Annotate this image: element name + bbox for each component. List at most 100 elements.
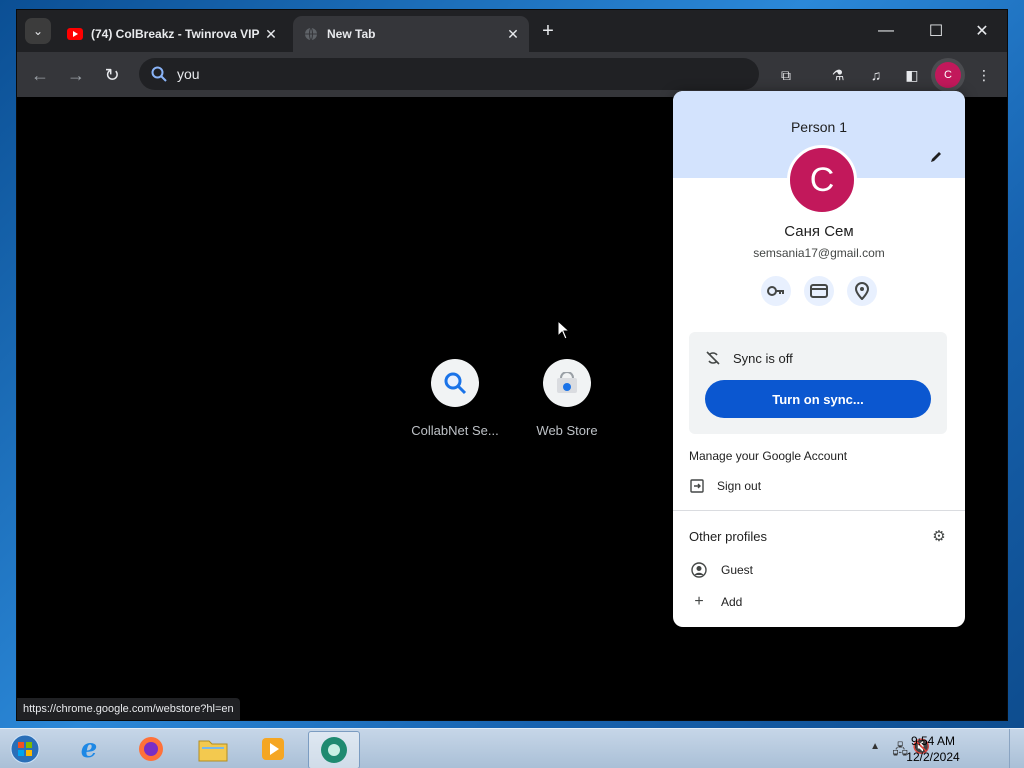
arrow-right-icon: → <box>67 64 85 85</box>
shortcut-collabnet[interactable]: CollabNet Se... <box>405 359 505 438</box>
shortcut-icon <box>431 359 479 407</box>
sign-out-button[interactable]: Sign out <box>689 478 761 494</box>
new-tab-button[interactable]: + <box>537 20 559 42</box>
taskbar-media-player[interactable] <box>248 731 298 767</box>
side-panel-button[interactable]: ◧ <box>899 62 925 88</box>
tab-new-tab[interactable]: New Tab ✕ <box>293 16 529 52</box>
passwords-button[interactable] <box>761 276 791 306</box>
close-window-button[interactable]: ✕ <box>969 18 995 44</box>
taskbar-file-explorer[interactable] <box>188 731 238 767</box>
profile-email: semsania17@gmail.com <box>753 246 885 260</box>
shortcut-label: CollabNet Se... <box>411 423 499 438</box>
shortcut-icon <box>543 359 591 407</box>
clock-time: 9:54 AM <box>910 734 956 748</box>
search-icon <box>444 372 467 395</box>
guest-profile-button[interactable]: Guest <box>691 562 753 578</box>
maximize-icon: ☐ <box>928 23 944 40</box>
key-icon <box>767 286 784 296</box>
chevron-down-icon: ⌄ <box>32 24 44 38</box>
close-icon[interactable]: ✕ <box>261 24 281 44</box>
show-desktop-button[interactable] <box>1009 729 1024 768</box>
youtube-icon <box>67 26 83 42</box>
puzzle-icon: ⧉ <box>781 66 791 83</box>
manage-google-account-link[interactable]: Manage your Google Account <box>689 449 847 463</box>
browser-icon <box>321 737 347 763</box>
profile-avatar: C <box>787 145 857 215</box>
show-hidden-icons-button[interactable]: ▲ <box>870 741 880 752</box>
turn-on-sync-button[interactable]: Turn on sync... <box>705 380 931 418</box>
music-queue-icon: ♫ <box>870 67 882 83</box>
address-bar-text: you <box>177 66 200 82</box>
shortcut-label: Web Store <box>536 423 598 438</box>
menu-button[interactable]: ⋮ <box>971 62 997 88</box>
close-icon[interactable]: ✕ <box>503 24 523 44</box>
manage-profiles-button[interactable]: ⚙ <box>931 528 947 545</box>
reload-button[interactable]: ↻ <box>99 62 125 88</box>
back-button[interactable]: ← <box>27 62 53 88</box>
sync-section: Sync is off Turn on sync... <box>689 332 947 434</box>
shortcut-web-store[interactable]: Web Store <box>517 359 617 438</box>
sign-out-icon <box>689 478 705 494</box>
close-icon: ✕ <box>975 23 989 40</box>
taskbar-browser[interactable] <box>308 731 360 768</box>
search-icon <box>149 64 169 84</box>
add-profile-button[interactable]: + Add <box>691 593 743 610</box>
addresses-button[interactable] <box>847 276 877 306</box>
taskbar-clock[interactable]: 9:54 AM 12/2/2024 <box>898 733 968 765</box>
maximize-button[interactable]: ☐ <box>923 18 949 44</box>
taskbar-firefox[interactable] <box>126 731 176 767</box>
sync-off-icon <box>705 350 721 366</box>
taskbar-internet-explorer[interactable]: e <box>64 731 114 767</box>
tab-title: (74) ColBreakz - Twinrova VIP <box>91 27 260 41</box>
address-bar[interactable]: you <box>139 58 759 90</box>
windows-logo-icon <box>10 734 40 764</box>
media-player-icon <box>262 738 284 760</box>
tab-youtube[interactable]: (74) ColBreakz - Twinrova VIP ✕ <box>57 16 287 52</box>
pencil-icon <box>931 152 941 162</box>
menu-divider <box>673 510 965 511</box>
plus-icon: + <box>542 19 554 42</box>
gear-icon: ⚙ <box>932 528 946 545</box>
arrow-left-icon: ← <box>31 64 49 85</box>
tab-title: New Tab <box>327 27 376 41</box>
minimize-button[interactable]: ― <box>873 18 899 44</box>
credit-card-icon <box>810 284 828 298</box>
firefox-icon <box>139 737 163 761</box>
start-button[interactable] <box>6 731 44 767</box>
plus-icon: + <box>694 593 704 610</box>
edit-profile-button[interactable] <box>927 148 945 166</box>
sync-status-text: Sync is off <box>733 350 793 366</box>
tab-strip: ⌄ (74) ColBreakz - Twinrova VIP ✕ New Ta… <box>17 10 1007 52</box>
tab-search-button[interactable]: ⌄ <box>25 18 51 44</box>
profile-header-name: Person 1 <box>790 119 848 135</box>
profile-full-name: Саня Сем <box>784 223 854 240</box>
status-bar-url: https://chrome.google.com/webstore?hl=en <box>17 698 240 720</box>
other-profiles-title: Other profiles <box>689 529 768 544</box>
reload-icon: ↻ <box>104 64 120 85</box>
profile-menu: Person 1 C Саня Сем semsania17@gmail.com <box>673 91 965 627</box>
folder-icon <box>198 740 228 762</box>
mouse-cursor-icon <box>557 320 571 340</box>
extensions-button[interactable]: ⧉ <box>773 62 799 88</box>
guest-label: Guest <box>721 563 754 577</box>
media-controls-button[interactable]: ♫ <box>863 62 889 88</box>
location-pin-icon <box>855 282 869 300</box>
browser-window: ⌄ (74) ColBreakz - Twinrova VIP ✕ New Ta… <box>17 10 1007 720</box>
labs-button[interactable]: ⚗ <box>825 62 851 88</box>
sign-out-label: Sign out <box>717 479 762 493</box>
sync-status-row: Sync is off <box>705 350 793 366</box>
minimize-icon: ― <box>878 22 894 39</box>
forward-button[interactable]: → <box>63 62 89 88</box>
add-label: Add <box>721 595 743 609</box>
taskbar: e ▲ 🖧 🔇 9:54 AM 12/2/2024 <box>0 728 1024 768</box>
payment-methods-button[interactable] <box>804 276 834 306</box>
person-circle-icon <box>691 562 707 578</box>
internet-explorer-icon: e <box>80 734 98 764</box>
flask-icon: ⚗ <box>831 66 845 83</box>
webstore-icon <box>557 372 577 393</box>
side-panel-icon: ◧ <box>905 66 919 83</box>
profile-avatar-button[interactable]: C <box>935 62 961 88</box>
kebab-menu-icon: ⋮ <box>977 66 991 83</box>
manage-account-label: Manage your Google Account <box>689 449 848 463</box>
clock-date: 12/2/2024 <box>906 750 960 764</box>
